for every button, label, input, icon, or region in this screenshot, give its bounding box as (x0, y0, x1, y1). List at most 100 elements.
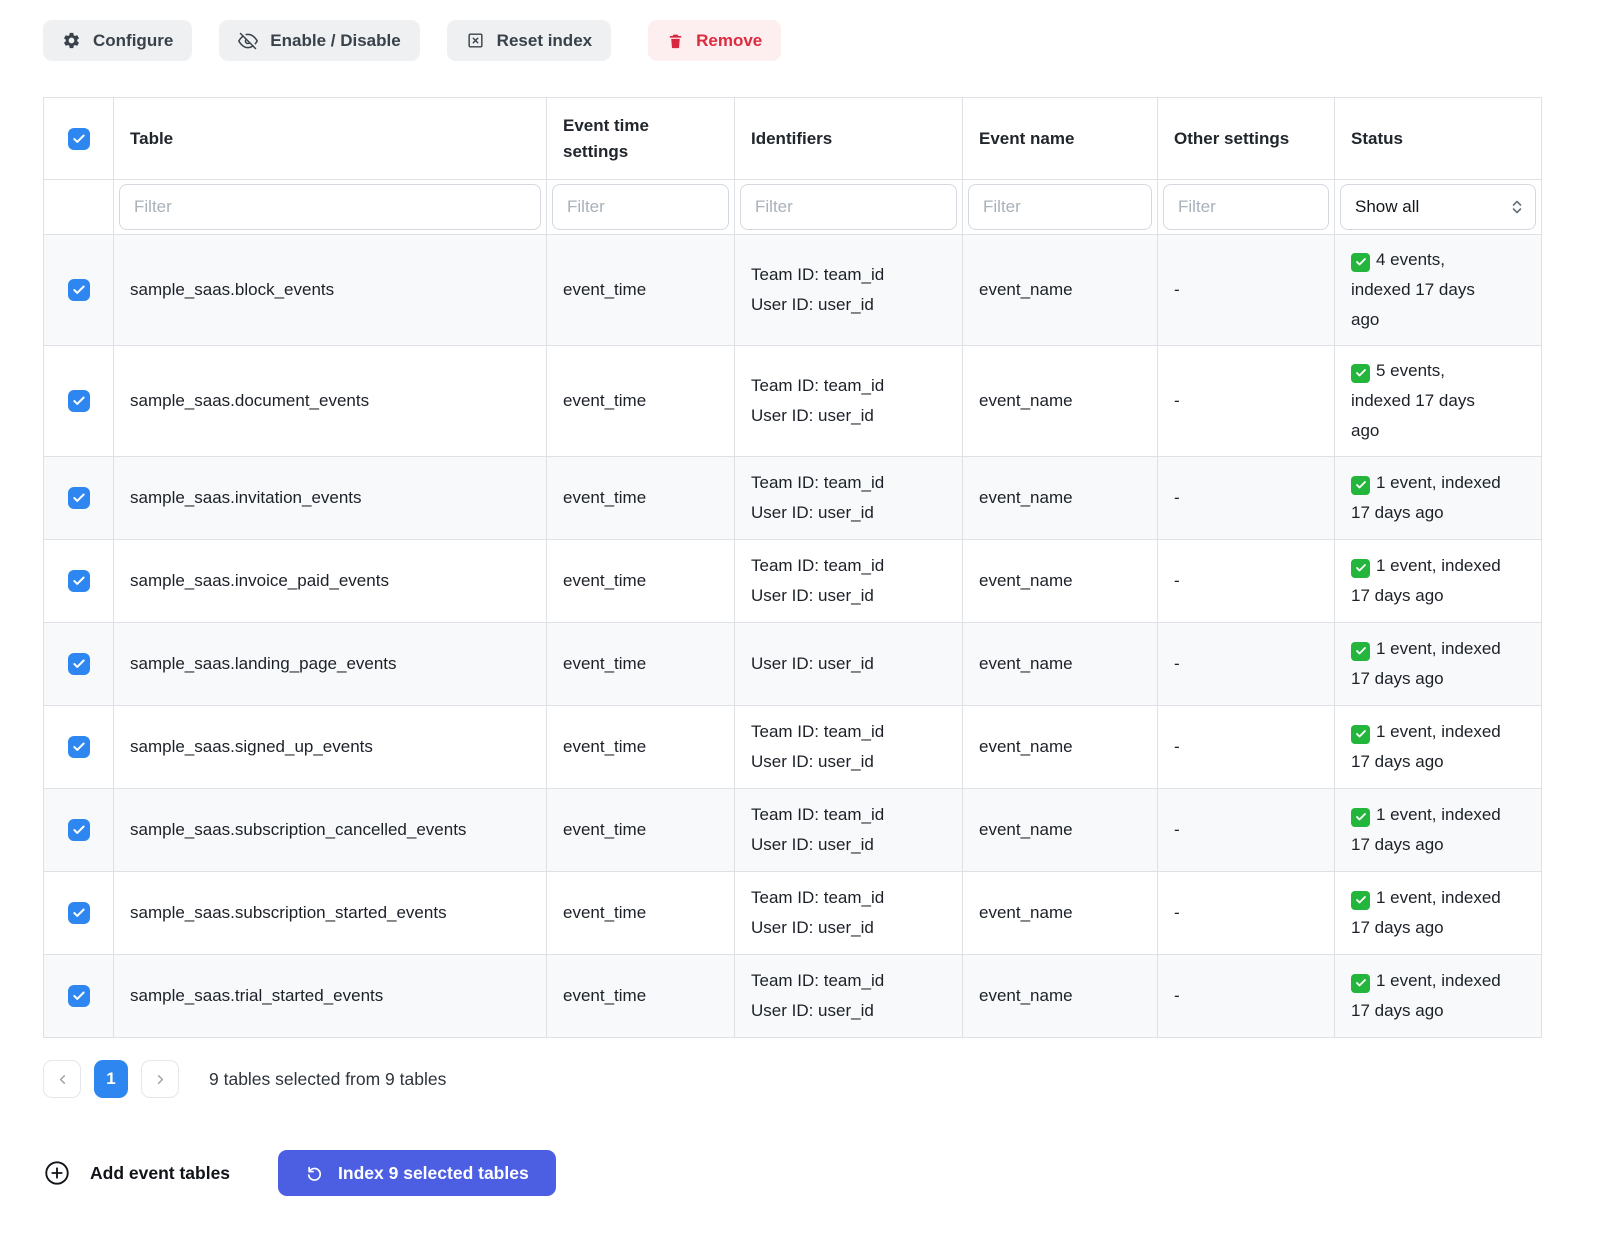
row-checkbox[interactable] (68, 653, 90, 675)
identifier-line: User ID: user_id (751, 290, 946, 320)
enable-disable-button[interactable]: Enable / Disable (219, 20, 419, 61)
reset-index-button[interactable]: Reset index (447, 20, 611, 61)
configure-button[interactable]: Configure (43, 20, 192, 61)
table-row: sample_saas.subscription_started_eventse… (44, 872, 1542, 955)
footer-actions: Add event tables Index 9 selected tables (43, 1150, 1541, 1196)
green-check-icon (1351, 808, 1370, 827)
event-time-settings-cell: event_time (547, 623, 735, 706)
add-event-tables-button[interactable]: Add event tables (43, 1159, 230, 1187)
row-checkbox-cell (44, 706, 114, 789)
status-filter-value: Show all (1355, 197, 1419, 217)
gear-icon (62, 31, 81, 50)
plus-circle-icon (43, 1159, 71, 1187)
other-settings-cell: - (1158, 872, 1335, 955)
event-name-cell: event_name (963, 540, 1158, 623)
row-checkbox[interactable] (68, 985, 90, 1007)
reset-index-button-label: Reset index (497, 31, 592, 51)
filter-row: Show all (44, 180, 1542, 235)
select-all-checkbox[interactable] (68, 128, 90, 150)
row-checkbox-cell (44, 623, 114, 706)
event-time-settings-cell: event_time (547, 872, 735, 955)
identifiers-cell: User ID: user_id (735, 623, 963, 706)
row-checkbox[interactable] (68, 736, 90, 758)
filter-input-table[interactable] (119, 184, 541, 230)
enable-disable-button-label: Enable / Disable (270, 31, 400, 51)
filter-input-event-time-settings[interactable] (552, 184, 729, 230)
page-1-button[interactable]: 1 (94, 1060, 128, 1098)
row-checkbox[interactable] (68, 279, 90, 301)
status: 1 event, indexed 17 days ago (1351, 800, 1503, 860)
event-time-settings-cell: event_time (547, 789, 735, 872)
row-checkbox-cell (44, 872, 114, 955)
table-row: sample_saas.block_eventsevent_timeTeam I… (44, 235, 1542, 346)
identifier-line: User ID: user_id (751, 913, 946, 943)
filter-input-other-settings[interactable] (1163, 184, 1329, 230)
identifier-line: User ID: user_id (751, 498, 946, 528)
identifier-line: User ID: user_id (751, 830, 946, 860)
event-name-cell: event_name (963, 235, 1158, 346)
status: 1 event, indexed 17 days ago (1351, 883, 1503, 943)
identifiers-cell: Team ID: team_idUser ID: user_id (735, 789, 963, 872)
row-checkbox[interactable] (68, 902, 90, 924)
page: Configure Enable / Disable Reset index R… (0, 0, 1600, 1235)
remove-button[interactable]: Remove (648, 20, 781, 61)
green-check-icon (1351, 559, 1370, 578)
status-cell: 1 event, indexed 17 days ago (1335, 540, 1542, 623)
table-name-cell: sample_saas.trial_started_events (114, 955, 547, 1038)
other-settings-cell: - (1158, 789, 1335, 872)
row-checkbox[interactable] (68, 390, 90, 412)
row-checkbox-cell (44, 955, 114, 1038)
filter-empty-cell (44, 180, 114, 235)
status-cell: 1 event, indexed 17 days ago (1335, 955, 1542, 1038)
identifier-line: Team ID: team_id (751, 800, 946, 830)
add-event-tables-label: Add event tables (90, 1163, 230, 1184)
status-cell: 1 event, indexed 17 days ago (1335, 623, 1542, 706)
other-settings-cell: - (1158, 346, 1335, 457)
previous-page-button[interactable] (43, 1060, 81, 1098)
status-cell: 1 event, indexed 17 days ago (1335, 789, 1542, 872)
status: 1 event, indexed 17 days ago (1351, 634, 1503, 694)
row-checkbox[interactable] (68, 570, 90, 592)
identifiers-cell: Team ID: team_idUser ID: user_id (735, 872, 963, 955)
status-text: 1 event, indexed 17 days ago (1351, 722, 1501, 771)
green-check-icon (1351, 725, 1370, 744)
refresh-icon (305, 1164, 324, 1183)
status-text: 1 event, indexed 17 days ago (1351, 473, 1501, 522)
status-cell: 1 event, indexed 17 days ago (1335, 457, 1542, 540)
event-name-cell: event_name (963, 789, 1158, 872)
trash-icon (667, 32, 684, 50)
identifier-line: Team ID: team_id (751, 717, 946, 747)
box-x-icon (466, 31, 485, 50)
status-text: 1 event, indexed 17 days ago (1351, 639, 1501, 688)
other-settings-cell: - (1158, 540, 1335, 623)
row-checkbox[interactable] (68, 487, 90, 509)
other-settings-cell: - (1158, 706, 1335, 789)
configure-button-label: Configure (93, 31, 173, 51)
event-time-settings-cell: event_time (547, 540, 735, 623)
identifier-line: User ID: user_id (751, 649, 946, 679)
pagination: 1 9 tables selected from 9 tables (43, 1060, 1541, 1098)
row-checkbox[interactable] (68, 819, 90, 841)
identifier-line: User ID: user_id (751, 996, 946, 1026)
filter-input-identifiers[interactable] (740, 184, 957, 230)
table-row: sample_saas.document_eventsevent_timeTea… (44, 346, 1542, 457)
identifier-line: Team ID: team_id (751, 371, 946, 401)
table-body: sample_saas.block_eventsevent_timeTeam I… (44, 235, 1542, 1038)
status-cell: 5 events, indexed 17 days ago (1335, 346, 1542, 457)
event-time-settings-cell: event_time (547, 457, 735, 540)
identifiers-cell: Team ID: team_idUser ID: user_id (735, 235, 963, 346)
event-name-cell: event_name (963, 872, 1158, 955)
index-selected-tables-button[interactable]: Index 9 selected tables (278, 1150, 556, 1196)
green-check-icon (1351, 364, 1370, 383)
status-filter-select[interactable]: Show all (1340, 184, 1536, 230)
next-page-button[interactable] (141, 1060, 179, 1098)
table-name-cell: sample_saas.landing_page_events (114, 623, 547, 706)
event-name-cell: event_name (963, 623, 1158, 706)
status: 1 event, indexed 17 days ago (1351, 468, 1503, 528)
green-check-icon (1351, 974, 1370, 993)
status-text: 1 event, indexed 17 days ago (1351, 888, 1501, 937)
identifier-line: Team ID: team_id (751, 551, 946, 581)
status: 1 event, indexed 17 days ago (1351, 551, 1503, 611)
event-time-settings-cell: event_time (547, 706, 735, 789)
filter-input-event-name[interactable] (968, 184, 1152, 230)
